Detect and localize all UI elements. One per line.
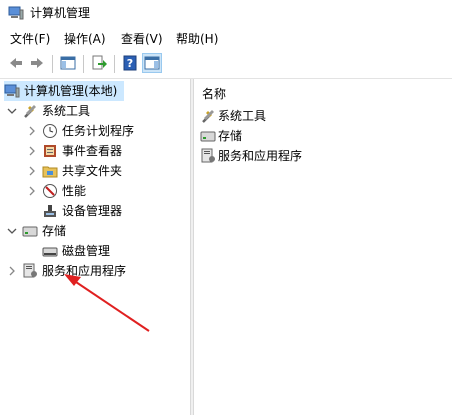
chevron-right-icon[interactable] xyxy=(26,145,38,157)
show-hide-action-pane-icon[interactable] xyxy=(142,53,162,73)
back-arrow-icon[interactable] xyxy=(6,53,26,73)
device-manager-icon xyxy=(42,203,58,219)
tree-item-computer-management[interactable]: 计算机管理(本地) xyxy=(4,81,124,101)
content-list: 名称 系统工具 存储 服务和应用程序 xyxy=(194,79,452,415)
navigation-tree: 计算机管理(本地) 系统工具 任务计划程序 事件查看器 共享文件夹 性能 设备管… xyxy=(0,79,190,415)
tree-item-label: 系统工具 xyxy=(42,104,91,118)
tools-icon xyxy=(22,103,38,119)
list-item-label: 系统工具 xyxy=(218,109,267,123)
help-icon[interactable]: ? xyxy=(120,53,140,73)
menu-view[interactable]: 查看(V) xyxy=(121,31,163,47)
disk-management-icon xyxy=(42,243,58,259)
menu-bar: 文件(F) 操作(A) 查看(V) 帮助(H) xyxy=(0,28,452,50)
services-icon xyxy=(22,263,38,279)
list-item-label: 存储 xyxy=(218,129,243,143)
chevron-down-icon[interactable] xyxy=(6,105,18,117)
event-viewer-icon xyxy=(42,143,58,159)
tree-item-event-viewer[interactable]: 事件查看器 xyxy=(26,141,122,161)
menu-help[interactable]: 帮助(H) xyxy=(176,31,218,47)
tree-item-task-scheduler[interactable]: 任务计划程序 xyxy=(26,121,134,141)
toolbar-separator xyxy=(83,55,84,73)
toolbar: ? xyxy=(0,50,452,79)
tree-item-system-tools[interactable]: 系统工具 xyxy=(6,101,90,121)
window-title: 计算机管理 xyxy=(30,6,91,20)
performance-icon xyxy=(42,183,58,199)
list-item[interactable]: 存储 xyxy=(200,127,242,145)
tree-item-disk-management[interactable]: 磁盘管理 xyxy=(42,241,110,261)
tree-item-label: 服务和应用程序 xyxy=(42,264,127,278)
export-list-icon[interactable] xyxy=(89,53,109,73)
tree-item-device-manager[interactable]: 设备管理器 xyxy=(42,201,122,221)
tree-item-label: 任务计划程序 xyxy=(62,124,135,138)
show-hide-tree-icon[interactable] xyxy=(58,53,78,73)
computer-management-icon xyxy=(4,83,20,99)
computer-management-icon xyxy=(8,5,24,21)
tree-item-label: 计算机管理(本地) xyxy=(24,84,118,98)
forward-arrow-icon[interactable] xyxy=(27,53,47,73)
chevron-right-icon[interactable] xyxy=(26,185,38,197)
chevron-right-icon[interactable] xyxy=(26,125,38,137)
chevron-right-icon[interactable] xyxy=(26,165,38,177)
tree-item-label: 设备管理器 xyxy=(62,204,123,218)
chevron-down-icon[interactable] xyxy=(6,225,18,237)
svg-text:?: ? xyxy=(127,57,133,70)
chevron-right-icon[interactable] xyxy=(6,265,18,277)
tree-item-label: 磁盘管理 xyxy=(62,244,111,258)
tree-item-services-and-applications[interactable]: 服务和应用程序 xyxy=(6,261,126,281)
shared-folder-icon xyxy=(42,163,58,179)
clock-icon xyxy=(42,123,58,139)
tree-item-storage[interactable]: 存储 xyxy=(6,221,66,241)
toolbar-separator xyxy=(52,55,53,73)
column-header-name[interactable]: 名称 xyxy=(202,85,226,102)
list-item[interactable]: 服务和应用程序 xyxy=(200,147,302,165)
menu-action[interactable]: 操作(A) xyxy=(64,31,106,47)
tree-item-label: 事件查看器 xyxy=(62,144,123,158)
storage-icon xyxy=(200,128,216,144)
tree-item-performance[interactable]: 性能 xyxy=(26,181,86,201)
list-item-label: 服务和应用程序 xyxy=(218,149,303,163)
menu-file[interactable]: 文件(F) xyxy=(10,31,50,47)
tree-item-label: 性能 xyxy=(62,184,87,198)
tree-item-label: 存储 xyxy=(42,224,67,238)
tools-icon xyxy=(200,108,216,124)
toolbar-separator xyxy=(114,55,115,73)
tree-item-shared-folders[interactable]: 共享文件夹 xyxy=(26,161,122,181)
tree-item-label: 共享文件夹 xyxy=(62,164,123,178)
title-bar: 计算机管理 xyxy=(0,0,452,26)
storage-icon xyxy=(22,223,38,239)
services-icon xyxy=(200,148,216,164)
list-item[interactable]: 系统工具 xyxy=(200,107,266,125)
